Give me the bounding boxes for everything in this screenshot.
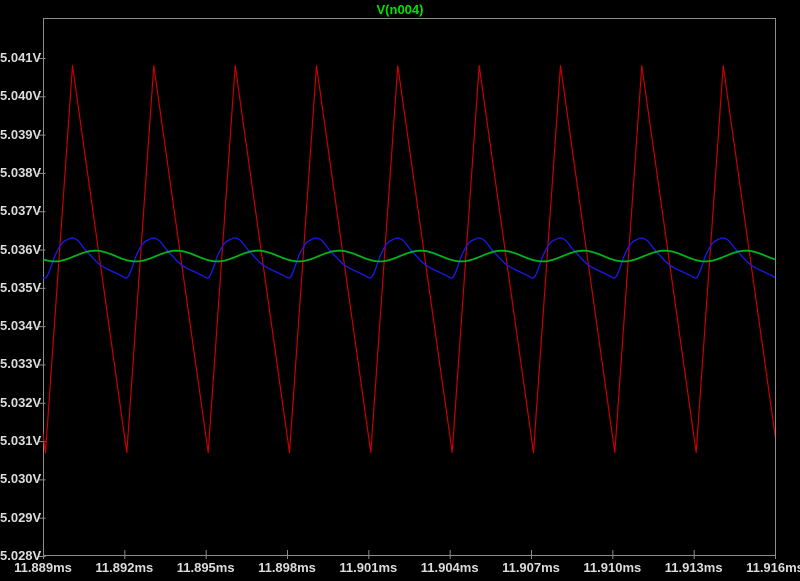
- x-axis-label: 11.913ms: [665, 560, 723, 576]
- y-axis-label: 5.034V: [0, 319, 38, 333]
- x-axis-label: 11.889ms: [14, 560, 72, 576]
- y-axis-label: 5.039V: [0, 128, 38, 142]
- x-axis-label: 11.910ms: [583, 560, 641, 576]
- y-axis-label: 5.037V: [0, 204, 38, 218]
- y-axis-label: 5.029V: [0, 511, 38, 525]
- waveform-viewer: V(n004) 5.041V5.040V5.039V5.038V5.037V5.…: [0, 0, 800, 581]
- plot-canvas[interactable]: [0, 0, 800, 581]
- x-axis-label: 11.904ms: [421, 560, 479, 576]
- y-axis-label: 5.030V: [0, 472, 38, 486]
- y-axis-label: 5.041V: [0, 51, 38, 65]
- y-axis-label: 5.038V: [0, 166, 38, 180]
- x-axis-label: 11.916ms: [746, 560, 800, 576]
- x-axis-label: 11.895ms: [177, 560, 235, 576]
- x-axis-label: 11.901ms: [339, 560, 397, 576]
- trace-red-triangle-ripple: [0, 66, 800, 453]
- x-axis-label: 11.898ms: [258, 560, 316, 576]
- y-axis-label: 5.040V: [0, 89, 38, 103]
- y-axis-label: 5.031V: [0, 434, 38, 448]
- y-axis-label: 5.036V: [0, 243, 38, 257]
- x-axis-label: 11.907ms: [502, 560, 560, 576]
- y-axis-label: 5.035V: [0, 281, 38, 295]
- x-axis-label: 11.892ms: [95, 560, 153, 576]
- plot-border: [44, 19, 776, 556]
- trace-green-smoothed-output: [43, 251, 775, 262]
- y-axis-label: 5.033V: [0, 357, 38, 371]
- y-axis-label: 5.032V: [0, 396, 38, 410]
